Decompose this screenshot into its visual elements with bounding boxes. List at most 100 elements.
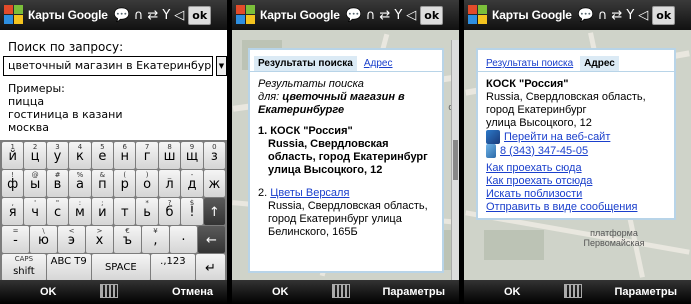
phone-icon: [486, 144, 496, 158]
results-screen: Карты Google 💬 ∩ ⇄ Y ◁ ok ст Результаты …: [232, 0, 459, 304]
softkey-left[interactable]: OK: [504, 286, 521, 298]
example-item: пицца: [8, 95, 45, 108]
result-item-1[interactable]: 1. КОСК "Россия" Russia, Свердловская об…: [250, 117, 442, 177]
keyboard-key[interactable]: & п: [91, 170, 114, 197]
key-label: ц: [30, 149, 40, 164]
key-label: shift: [13, 266, 35, 277]
website-action[interactable]: Перейти на веб-сайт: [478, 130, 674, 144]
ok-button[interactable]: ok: [652, 5, 676, 25]
keyboard-key[interactable]: _ л: [158, 170, 181, 197]
keyboard-key[interactable]: т: [114, 198, 136, 225]
phone-link[interactable]: 8 (343) 347-45-05: [500, 145, 588, 158]
keyboard-key[interactable]: = -: [2, 226, 29, 253]
windows-logo-icon[interactable]: [4, 5, 24, 25]
tab-address[interactable]: Адрес: [580, 56, 619, 71]
search-nearby-link[interactable]: Искать поблизости: [486, 188, 666, 201]
keyboard-key[interactable]: $!: [181, 198, 203, 225]
keyboard-key[interactable]: ABC T9: [46, 254, 91, 281]
softkey-right[interactable]: Отмена: [172, 286, 213, 298]
keyboard-key[interactable]: ¥,: [142, 226, 169, 253]
keyboard-key[interactable]: ; и: [91, 198, 114, 225]
tab-results[interactable]: Результаты поиска: [254, 56, 357, 71]
keyboard-key[interactable]: ←: [198, 226, 225, 253]
keyboard-key[interactable]: @ ы: [24, 170, 46, 197]
keyboard-key[interactable]: ) о: [136, 170, 158, 197]
keyboard-key[interactable]: 7г: [136, 142, 158, 169]
keyboard-key[interactable]: ж: [203, 170, 226, 197]
sync-icon: ⇄: [379, 7, 391, 23]
keyboard-key[interactable]: € ъ: [114, 226, 141, 253]
keyboard-key[interactable]: \ ю: [30, 226, 57, 253]
key-label: т: [120, 205, 129, 220]
keyboard-key[interactable]: < э: [58, 226, 85, 253]
ok-button[interactable]: ok: [420, 5, 444, 25]
directions-to-link[interactable]: Как проехать сюда: [486, 162, 666, 175]
search-input[interactable]: цветочный магазин в Екатеринбурге: [3, 56, 213, 76]
keyboard-key[interactable]: > х: [86, 226, 113, 253]
keyboard-key[interactable]: 5е: [91, 142, 114, 169]
keyboard-key[interactable]: ↵: [195, 254, 225, 281]
key-secondary-char: €: [125, 227, 130, 235]
keyboard-key[interactable]: % а: [69, 170, 91, 197]
result-link[interactable]: Цветы Версаля: [270, 187, 349, 199]
keyboard-key[interactable]: 8ш: [158, 142, 181, 169]
key-label: щ: [185, 149, 199, 164]
keyboard-toggle-icon[interactable]: [332, 284, 350, 298]
key-label: ч: [31, 205, 39, 220]
result-item-2[interactable]: 2. Цветы Версаля Russia, Свердловская об…: [250, 177, 442, 239]
keyboard-key[interactable]: " с: [46, 198, 69, 225]
key-label: н: [120, 149, 129, 164]
keyboard-key[interactable]: ' ч: [24, 198, 46, 225]
keyboard-key[interactable]: 3у: [46, 142, 69, 169]
status-icons: 💬 ∩ ⇄ Y ◁: [114, 8, 185, 23]
ok-button[interactable]: ok: [188, 5, 212, 25]
dropdown-arrow-icon[interactable]: ▼: [216, 56, 227, 76]
softkey-right[interactable]: Параметры: [383, 286, 445, 298]
key-secondary-char: #: [54, 171, 61, 179]
scrollbar[interactable]: [451, 40, 459, 280]
tab-results[interactable]: Результаты поиска: [482, 56, 577, 71]
keyboard-key[interactable]: SPACE: [91, 254, 150, 281]
website-link[interactable]: Перейти на веб-сайт: [504, 131, 610, 144]
keyboard-key[interactable]: # в: [46, 170, 69, 197]
softkey-left[interactable]: OK: [272, 286, 289, 298]
keyboard-key[interactable]: (р: [114, 170, 136, 197]
keyboard-key[interactable]: -д: [181, 170, 203, 197]
key-label: SPACE: [104, 262, 137, 273]
keyboard-key[interactable]: ↑: [203, 198, 226, 225]
place-address-line: Russia, Свердловская область,: [486, 91, 646, 103]
windows-logo-icon[interactable]: [236, 5, 256, 25]
keyboard-key[interactable]: 9щ: [181, 142, 203, 169]
keyboard-key[interactable]: ? б: [158, 198, 181, 225]
web-icon: [486, 130, 500, 144]
key-secondary-char: _: [167, 171, 172, 179]
keyboard-key[interactable]: ,я: [2, 198, 24, 225]
softkey-right[interactable]: Параметры: [615, 286, 677, 298]
headset-icon: ∩: [597, 7, 608, 23]
key-secondary-char: (: [123, 171, 127, 179]
send-as-message-link[interactable]: Отправить в виде сообщения: [486, 201, 666, 214]
keyboard-key[interactable]: ! ф: [2, 170, 24, 197]
sync-icon: ⇄: [611, 7, 623, 23]
keyboard-toggle-icon[interactable]: [100, 284, 118, 298]
keyboard-key[interactable]: CAPS shift: [2, 254, 46, 281]
keyboard-key[interactable]: .,123: [151, 254, 195, 281]
keyboard-key[interactable]: 2ц: [24, 142, 46, 169]
keyboard-key[interactable]: 4к: [69, 142, 91, 169]
key-label: к: [75, 149, 84, 164]
keyboard-key[interactable]: :м: [69, 198, 91, 225]
phone-action[interactable]: 8 (343) 347-45-05: [478, 144, 674, 158]
key-secondary-char: ;: [101, 199, 104, 207]
softkey-left[interactable]: OK: [40, 286, 57, 298]
keyboard-key[interactable]: * ь: [136, 198, 158, 225]
keyboard-toggle-icon[interactable]: [564, 284, 582, 298]
keyboard-key[interactable]: 6н: [114, 142, 136, 169]
windows-logo-icon[interactable]: [468, 5, 488, 25]
key-label: м: [75, 205, 85, 220]
keyboard-key[interactable]: 1й: [2, 142, 24, 169]
keyboard-key[interactable]: ·: [170, 226, 197, 253]
tab-address[interactable]: Адрес: [360, 56, 397, 71]
directions-from-link[interactable]: Как проехать отсюда: [486, 175, 666, 188]
keyboard-key[interactable]: 0з: [203, 142, 226, 169]
results-query: цветочный магазин в Екатеринбурге: [258, 91, 405, 116]
